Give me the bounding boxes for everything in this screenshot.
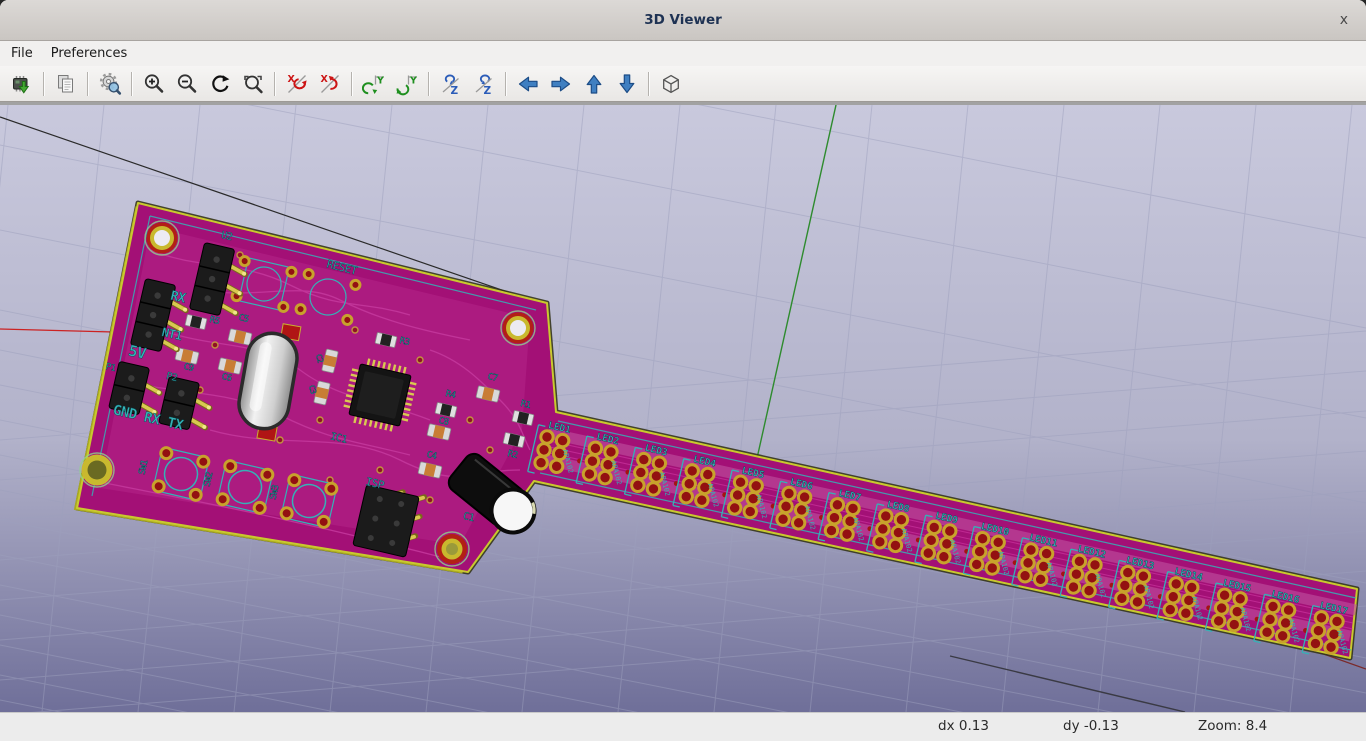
toolbar-separator <box>131 72 132 96</box>
rotate-x-neg-icon: X <box>285 72 309 96</box>
move-up-icon <box>582 72 606 96</box>
svg-text:X: X <box>320 74 328 85</box>
status-dx: dx 0.13 <box>938 718 989 734</box>
3d-scene[interactable]: LED1APA102LED2APA102LED3APA102LED4APA102… <box>0 105 1366 712</box>
move-right-icon <box>549 72 573 96</box>
toolbar-separator <box>351 72 352 96</box>
svg-text:Y: Y <box>409 75 417 86</box>
toolbar-separator <box>87 72 88 96</box>
move-left-icon <box>516 72 540 96</box>
toolbar-separator <box>505 72 506 96</box>
rotate-z-pos-button[interactable]: Z <box>467 69 500 99</box>
copy-image-icon <box>54 72 78 96</box>
zoom-fit-icon <box>241 72 265 96</box>
zoom-in-button[interactable] <box>137 69 170 99</box>
close-button[interactable]: x <box>1334 0 1354 40</box>
rotate-y-pos-button[interactable]: Y <box>390 69 423 99</box>
mounting-hole <box>80 453 114 487</box>
svg-text:Y: Y <box>376 75 384 86</box>
zoom-fit-button[interactable] <box>236 69 269 99</box>
window: 3D Viewer x FilePreferences XX Y Y Z Z LED1A… <box>0 0 1366 741</box>
rotate-z-neg-button[interactable]: Z <box>434 69 467 99</box>
zoom-out-icon <box>175 72 199 96</box>
status-dy: dy -0.13 <box>1063 718 1119 734</box>
copy-image-button[interactable] <box>49 69 82 99</box>
rotate-x-pos-button[interactable]: X <box>313 69 346 99</box>
move-down-icon <box>615 72 639 96</box>
move-up-button[interactable] <box>577 69 610 99</box>
mounting-hole <box>435 532 469 566</box>
svg-text:Z: Z <box>483 85 491 96</box>
redraw-button[interactable] <box>203 69 236 99</box>
rotate-x-pos-icon: X <box>318 72 342 96</box>
rotate-z-pos-icon: Z <box>472 72 496 96</box>
rotate-y-pos-icon: Y <box>395 72 419 96</box>
toolbar-separator <box>274 72 275 96</box>
svg-text:Z: Z <box>450 85 458 96</box>
menu-file[interactable]: File <box>2 44 42 63</box>
3d-viewport[interactable]: LED1APA102LED2APA102LED3APA102LED4APA102… <box>0 102 1366 712</box>
menubar: FilePreferences <box>0 41 1366 66</box>
reload-board-button[interactable] <box>5 69 38 99</box>
rotate-z-neg-icon: Z <box>439 72 463 96</box>
move-down-button[interactable] <box>610 69 643 99</box>
mounting-hole <box>145 221 179 255</box>
statusbar: dx 0.13 dy -0.13 Zoom: 8.4 <box>0 712 1366 741</box>
move-right-button[interactable] <box>544 69 577 99</box>
rotate-y-neg-button[interactable]: Y <box>357 69 390 99</box>
ortho-projection-button[interactable] <box>654 69 687 99</box>
toolbar: XX Y Y Z Z <box>0 66 1366 102</box>
titlebar: 3D Viewer x <box>0 0 1366 41</box>
status-zoom: Zoom: 8.4 <box>1198 718 1267 734</box>
ortho-projection-icon <box>659 72 683 96</box>
redraw-icon <box>208 72 232 96</box>
rotate-y-neg-icon: Y <box>362 72 386 96</box>
toolbar-separator <box>428 72 429 96</box>
zoom-out-button[interactable] <box>170 69 203 99</box>
mounting-hole <box>501 311 535 345</box>
menu-preferences[interactable]: Preferences <box>42 44 136 63</box>
rotate-x-neg-button[interactable]: X <box>280 69 313 99</box>
zoom-in-icon <box>142 72 166 96</box>
render-options-icon <box>98 72 122 96</box>
move-left-button[interactable] <box>511 69 544 99</box>
toolbar-separator <box>43 72 44 96</box>
reload-board-icon <box>10 72 34 96</box>
toolbar-separator <box>648 72 649 96</box>
render-options-button[interactable] <box>93 69 126 99</box>
window-title: 3D Viewer <box>0 0 1366 40</box>
